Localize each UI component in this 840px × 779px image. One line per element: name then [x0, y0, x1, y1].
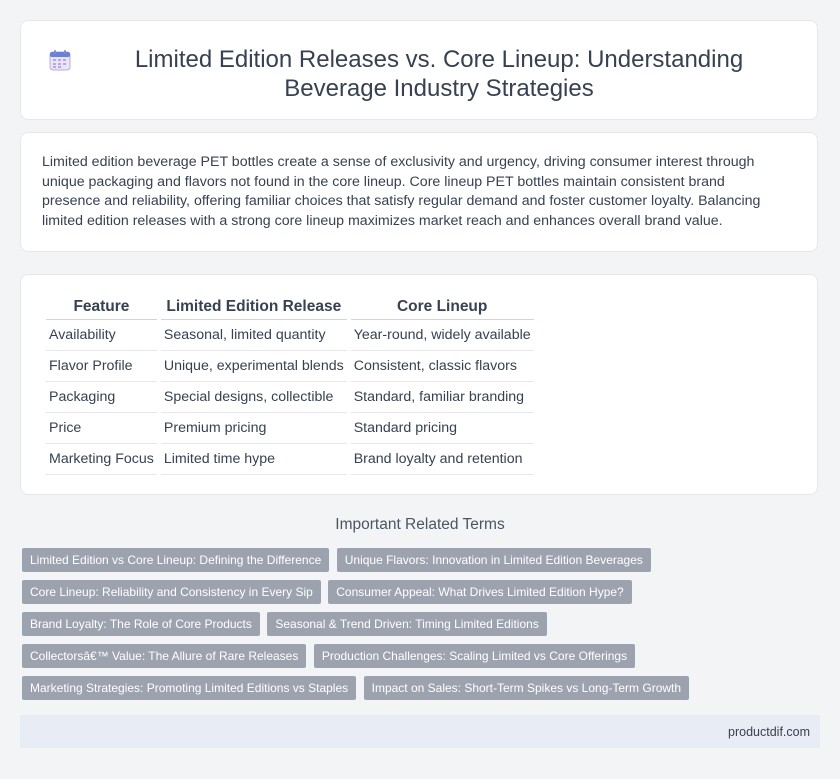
column-header: Limited Edition Release — [160, 295, 347, 320]
table-cell: Consistent, classic flavors — [350, 351, 534, 382]
footer: productdif.com — [20, 715, 820, 748]
related-terms-heading: Important Related Terms — [335, 516, 505, 533]
term-tag[interactable]: Unique Flavors: Innovation in Limited Ed… — [336, 548, 651, 572]
comparison-table: Feature Limited Edition Release Core Lin… — [42, 295, 538, 475]
table-cell: Limited time hype — [160, 444, 347, 475]
table-cell: Marketing Focus — [46, 444, 157, 475]
table-cell: Standard pricing — [350, 413, 534, 444]
page-title: Limited Edition Releases vs. Core Lineup… — [134, 46, 744, 102]
table-cell: Flavor Profile — [46, 351, 157, 382]
table-cell: Seasonal, limited quantity — [160, 320, 347, 351]
term-tag[interactable]: Core Lineup: Reliability and Consistency… — [22, 580, 321, 604]
term-tag[interactable]: Consumer Appeal: What Drives Limited Edi… — [328, 580, 632, 604]
table-row: Marketing Focus Limited time hype Brand … — [46, 444, 534, 475]
table-cell: Standard, familiar branding — [350, 382, 534, 413]
term-tag[interactable]: Impact on Sales: Short-Term Spikes vs Lo… — [363, 676, 690, 700]
term-tag[interactable]: Brand Loyalty: The Role of Core Products — [22, 612, 260, 636]
table-header-row: Feature Limited Edition Release Core Lin… — [46, 295, 534, 320]
term-tag[interactable]: Production Challenges: Scaling Limited v… — [313, 644, 636, 668]
table-cell: Year-round, widely available — [350, 320, 534, 351]
title-card: Limited Edition Releases vs. Core Lineup… — [20, 20, 818, 120]
table-cell: Brand loyalty and retention — [350, 444, 534, 475]
table-cell: Packaging — [46, 382, 157, 413]
comparison-card: Feature Limited Edition Release Core Lin… — [20, 274, 818, 495]
intro-paragraph: Limited edition beverage PET bottles cre… — [42, 154, 761, 229]
column-header: Core Lineup — [350, 295, 534, 320]
table-row: Flavor Profile Unique, experimental blen… — [46, 351, 534, 382]
term-tag[interactable]: Collectorsâ€™ Value: The Allure of Rare … — [22, 644, 307, 668]
table-row: Price Premium pricing Standard pricing — [46, 413, 534, 444]
table-cell: Price — [46, 413, 157, 444]
table-cell: Availability — [46, 320, 157, 351]
table-cell: Special designs, collectible — [160, 382, 347, 413]
table-cell: Premium pricing — [160, 413, 347, 444]
table-row: Availability Seasonal, limited quantity … — [46, 320, 534, 351]
footer-site-link[interactable]: productdif.com — [728, 725, 810, 739]
term-tag[interactable]: Seasonal & Trend Driven: Timing Limited … — [267, 612, 547, 636]
related-terms-list: Limited Edition vs Core Lineup: Defining… — [22, 548, 702, 708]
term-tag[interactable]: Marketing Strategies: Promoting Limited … — [22, 676, 357, 700]
table-row: Packaging Special designs, collectible S… — [46, 382, 534, 413]
column-header: Feature — [46, 295, 157, 320]
intro-card: Limited edition beverage PET bottles cre… — [20, 132, 818, 252]
table-cell: Unique, experimental blends — [160, 351, 347, 382]
term-tag[interactable]: Limited Edition vs Core Lineup: Defining… — [22, 548, 330, 572]
